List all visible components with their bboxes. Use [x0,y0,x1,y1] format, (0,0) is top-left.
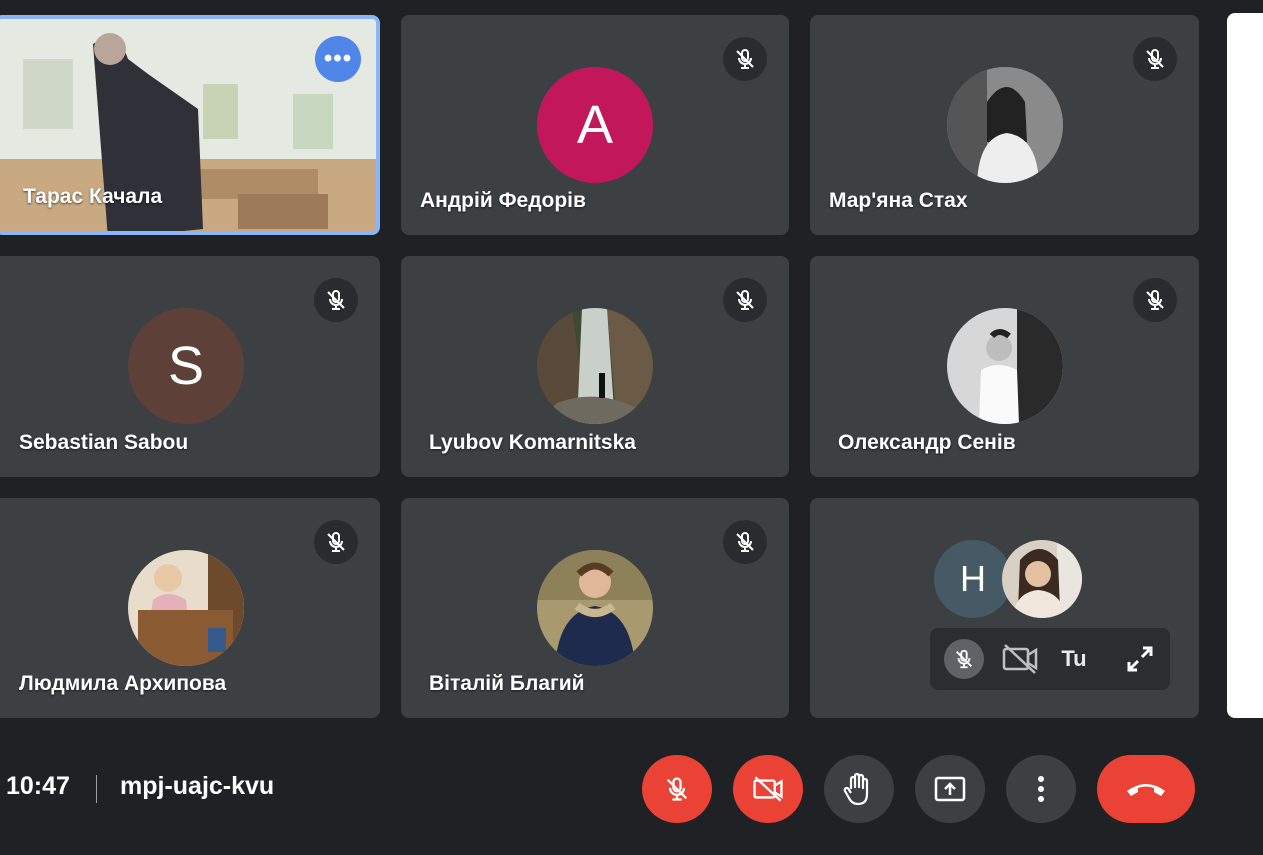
participant-tile-featured[interactable]: ••• Тарас Качала [0,15,380,235]
muted-indicator [314,520,358,564]
mic-off-icon [736,289,754,310]
more-icon: ••• [323,45,353,72]
participant-tile[interactable]: Олександр Сенів [810,256,1199,477]
meeting-code: mpj-uajc-kvu [120,772,275,800]
expand-icon [1127,646,1153,672]
participant-name: Віталій Благий [429,672,585,695]
avatar [128,550,244,666]
camera-off-icon [1002,644,1038,674]
muted-indicator [314,278,358,322]
muted-indicator [1133,278,1177,322]
participant-tile[interactable]: Віталій Благий [401,498,789,718]
self-view-tile[interactable]: H Tu [810,498,1199,718]
more-options-button[interactable] [1006,755,1076,823]
microphone-toggle-button[interactable] [642,755,712,823]
mic-off-icon [666,777,688,801]
mic-off-icon [1146,48,1164,69]
call-end-icon [1127,784,1165,796]
participant-tile[interactable]: Людмила Архипова [0,498,380,718]
participant-tile[interactable]: Lyubov Komarnitska [401,256,789,477]
avatar [537,308,653,424]
avatar: S [128,308,244,424]
leave-call-button[interactable] [1097,755,1195,823]
divider [96,775,97,803]
mic-off-icon [1146,289,1164,310]
participant-name: Lyubov Komarnitska [429,431,636,454]
mic-off-icon [327,289,345,310]
present-icon [934,776,966,802]
participant-tile[interactable]: S Sebastian Sabou [0,256,380,477]
tile-options-button[interactable]: ••• [315,36,361,82]
participant-name: Мар'яна Стах [829,189,968,212]
self-avatar-photo [1002,540,1082,618]
raise-hand-button[interactable] [824,755,894,823]
mic-off-icon [327,531,345,552]
muted-indicator [723,520,767,564]
self-avatar-initial: H [934,540,1012,618]
camera-off-icon [753,776,783,802]
participant-tile[interactable]: A Андрій Федорів [401,15,789,235]
participant-name: Sebastian Sabou [19,431,189,454]
muted-indicator [723,37,767,81]
participant-name: Тарас Качала [23,185,163,208]
present-screen-button[interactable] [915,755,985,823]
side-panel [1227,13,1263,718]
mic-off-icon [736,48,754,69]
muted-indicator [723,278,767,322]
avatar [946,67,1063,183]
self-you-label: Tu [1061,646,1087,671]
participant-tile[interactable]: Мар'яна Стах [810,15,1199,235]
self-mic-button[interactable] [944,637,984,681]
avatar [537,550,653,666]
meeting-time: 10:47 [6,772,70,800]
camera-toggle-button[interactable] [733,755,803,823]
participant-name: Людмила Архипова [19,672,227,695]
expand-button[interactable] [1120,637,1160,681]
self-view-controls: Tu [930,628,1170,690]
muted-indicator [1133,37,1177,81]
more-vert-icon [1038,776,1044,802]
avatar: A [537,67,653,183]
participant-name: Андрій Федорів [420,189,586,212]
participant-name: Олександр Сенів [838,431,1016,454]
self-camera-button[interactable] [1000,637,1040,681]
avatar [946,308,1063,424]
mic-off-icon [736,531,754,552]
raise-hand-icon [843,772,869,806]
mic-off-icon [956,649,972,669]
